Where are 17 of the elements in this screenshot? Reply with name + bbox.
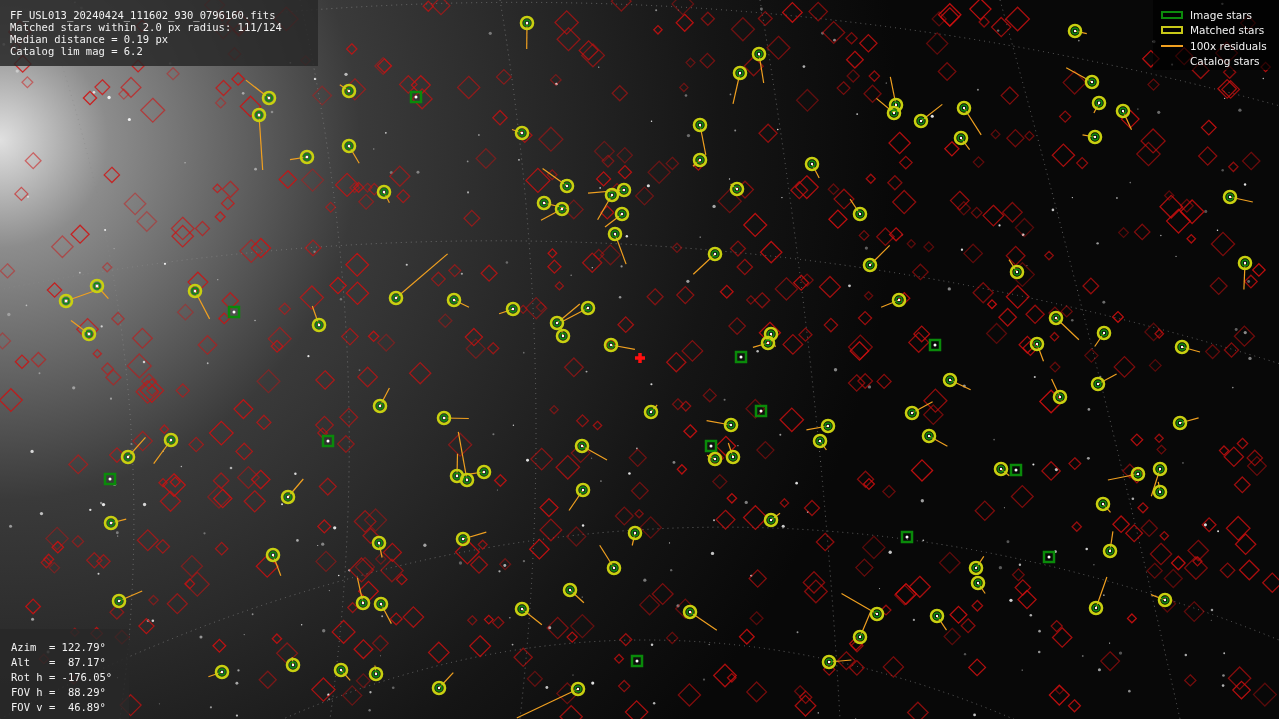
matched-star-legend-icon [1161,26,1183,35]
legend-label: Catalog stars [1190,55,1260,68]
image-star-legend-icon [1161,10,1183,19]
pointing-text: Rot h = -176.05° [11,670,114,685]
pointing-text: Azim = 122.79° [11,640,107,655]
info-text: Matched stars within 2.0 px radius: 111/124 [10,21,283,33]
cross-icon [633,351,647,365]
pointing-text: Alt = 87.17° [11,655,107,670]
legend-label: Image stars [1190,8,1253,21]
pointing-text: FOV v = 46.89° [11,700,107,715]
info-text: Catalog lim mag = 6.2 [10,45,144,57]
pointing-text: FOV h = 88.29° [11,685,107,700]
info-text: FF_USL013_20240424_111602_930_0796160.fits [10,9,277,21]
info-text: Median distance = 0.19 px [10,33,170,45]
legend-label: 100x residuals [1190,39,1267,52]
legend-label: Matched stars [1190,24,1265,37]
residual-line-legend-icon [1161,44,1183,47]
